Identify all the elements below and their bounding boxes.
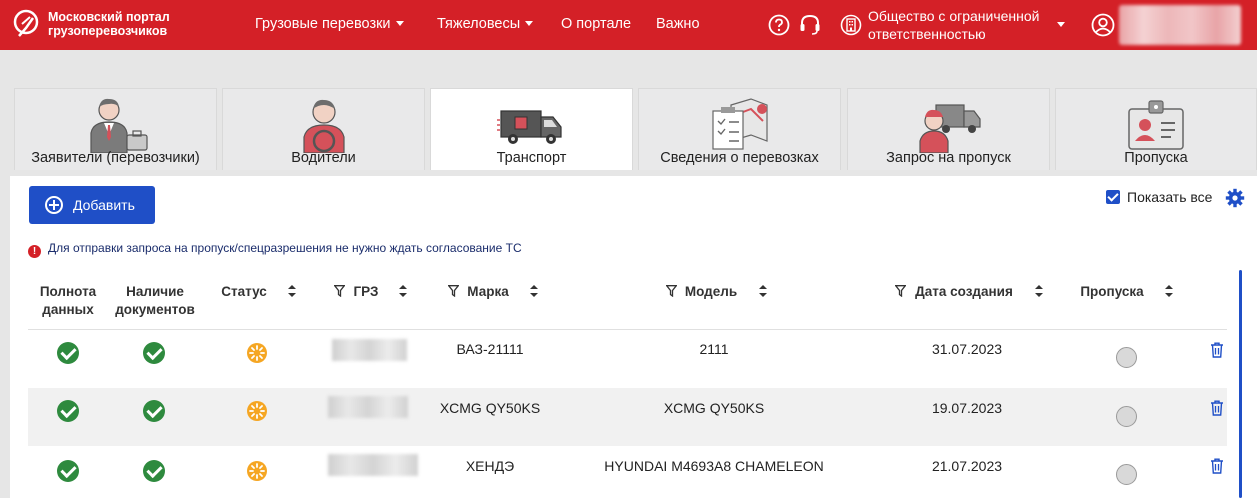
tab-label: Запрос на пропуск: [886, 150, 1011, 166]
col-header-status[interactable]: Статус: [219, 283, 269, 301]
brand-cell: XCMG QY50KS: [439, 400, 541, 416]
created-date-cell: 31.07.2023: [931, 341, 1003, 357]
tab-applicants[interactable]: Заявители (перевозчики): [14, 88, 217, 170]
checkbox-checked-icon[interactable]: [1106, 190, 1120, 204]
col-header-created-date[interactable]: Дата создания: [911, 283, 1017, 301]
check-circle-icon: [57, 460, 79, 482]
gear-icon[interactable]: [1225, 188, 1245, 208]
portal-logo-text[interactable]: Московский портал грузоперевозчиков: [48, 10, 188, 38]
driver-truck-icon: [918, 104, 981, 153]
filter-icon[interactable]: [666, 285, 677, 297]
pending-status-icon: [247, 343, 267, 363]
col-header-passes[interactable]: Пропуска: [1077, 283, 1147, 301]
sort-icon[interactable]: [759, 285, 767, 297]
user-circle-icon[interactable]: [1091, 13, 1115, 37]
table-row[interactable]: [28, 330, 1227, 388]
grz-redacted: [332, 339, 407, 361]
add-button[interactable]: Добавить: [29, 186, 155, 224]
nav-about-portal[interactable]: О портале: [561, 16, 631, 32]
headset-icon[interactable]: [799, 13, 821, 37]
nav-cargo-transport[interactable]: Грузовые перевозки: [255, 16, 404, 32]
filter-icon[interactable]: [895, 285, 906, 297]
pending-status-icon: [247, 401, 267, 421]
sort-icon[interactable]: [1035, 285, 1043, 297]
tab-passes[interactable]: Пропуска: [1055, 88, 1257, 170]
question-circle-icon[interactable]: [768, 14, 790, 36]
organization-name[interactable]: Общество с ограниченной ответственностью: [868, 7, 1058, 43]
chevron-down-icon: [395, 21, 404, 26]
documents-map-icon: [711, 98, 768, 150]
portal-logo-icon[interactable]: [10, 8, 42, 42]
sort-icon[interactable]: [530, 285, 538, 297]
top-header: Московский портал грузоперевозчиков Груз…: [0, 0, 1257, 50]
tab-label: Заявители (перевозчики): [31, 150, 200, 166]
filter-icon[interactable]: [448, 285, 459, 297]
sort-icon[interactable]: [399, 285, 407, 297]
model-cell: HYUNDAI M4693A8 CHAMELEON: [604, 458, 824, 474]
tab-label: Сведения о перевозках: [660, 150, 819, 166]
created-date-cell: 19.07.2023: [931, 400, 1003, 416]
pass-status-indicator: [1116, 406, 1137, 427]
pending-status-icon: [247, 461, 267, 481]
check-circle-icon: [143, 400, 165, 422]
check-circle-icon: [57, 342, 79, 364]
exclamation-circle-icon: !: [28, 245, 41, 258]
col-header-grz[interactable]: ГРЗ: [350, 283, 382, 301]
trash-icon[interactable]: [1210, 458, 1224, 474]
table-row[interactable]: [28, 388, 1227, 446]
chevron-down-icon[interactable]: [1057, 22, 1065, 27]
nav-heavy-loads[interactable]: Тяжеловесы: [437, 16, 534, 32]
trash-icon[interactable]: [1210, 400, 1224, 416]
sort-icon[interactable]: [288, 285, 296, 297]
tab-transport[interactable]: Транспорт: [430, 88, 633, 170]
tab-label: Пропуска: [1124, 150, 1188, 166]
tab-label: Водители: [291, 150, 356, 166]
col-header-model[interactable]: Модель: [682, 283, 740, 301]
businessman-icon: [89, 98, 148, 153]
brand-cell: ХЕНДЭ: [465, 458, 515, 474]
col-header-data-completeness: Полнота данных: [39, 284, 97, 317]
check-circle-icon: [57, 400, 79, 422]
col-header-documents: Наличие документов: [115, 284, 195, 317]
check-circle-icon: [143, 460, 165, 482]
tab-label: Транспорт: [496, 150, 567, 166]
truck-icon: [496, 110, 562, 144]
id-badge-icon: [1128, 100, 1184, 150]
user-name-redacted[interactable]: [1119, 5, 1241, 45]
created-date-cell: 21.07.2023: [931, 458, 1003, 474]
tab-drivers[interactable]: Водители: [222, 88, 425, 170]
col-header-brand[interactable]: Марка: [464, 283, 512, 301]
sort-icon[interactable]: [1165, 285, 1173, 297]
vertical-scrollbar[interactable]: [1239, 270, 1242, 498]
notice-message: ! Для отправки запроса на пропуск/спецраз…: [28, 241, 522, 258]
plus-circle-icon: [45, 196, 63, 214]
grz-redacted: [328, 396, 408, 418]
brand-cell: ВАЗ-21111: [456, 341, 524, 357]
pass-status-indicator: [1116, 464, 1137, 485]
tab-transport-info[interactable]: Сведения о перевозках: [638, 88, 841, 170]
trash-icon[interactable]: [1210, 342, 1224, 358]
building-icon: [840, 14, 862, 36]
filter-icon[interactable]: [334, 285, 345, 297]
nav-important[interactable]: Важно: [656, 16, 700, 32]
model-cell: XCMG QY50KS: [663, 400, 765, 416]
model-cell: 2111: [699, 341, 729, 357]
chevron-down-icon: [525, 21, 534, 26]
check-circle-icon: [143, 342, 165, 364]
tab-pass-request[interactable]: Запрос на пропуск: [847, 88, 1050, 170]
pass-status-indicator: [1116, 347, 1137, 368]
driver-icon: [302, 99, 345, 153]
